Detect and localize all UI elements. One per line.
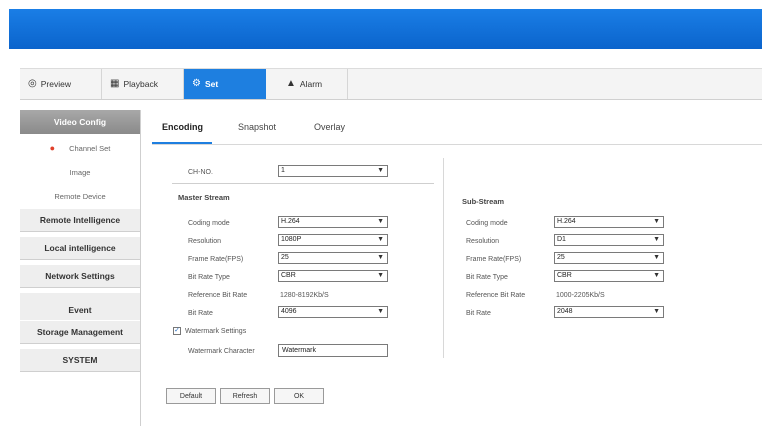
tab-preview[interactable]: ◎ Preview	[20, 69, 102, 99]
sub-frame-rate-select[interactable]: 25 ▼	[554, 252, 664, 264]
chevron-down-icon: ▼	[653, 236, 660, 243]
chevron-down-icon: ▼	[377, 272, 384, 279]
main-resolution-label: Resolution	[188, 238, 222, 245]
gear-icon: ⚙	[192, 78, 201, 89]
sub-bit-rate-type-select[interactable]: CBR ▼	[554, 270, 664, 282]
channel-select-value: 1	[281, 167, 285, 174]
sub-coding-mode-label: Coding mode	[466, 220, 508, 227]
sidebar-item-channel-set[interactable]: ● Channel Set	[20, 138, 140, 158]
main-reference-bit-rate-label: Reference Bit Rate	[188, 292, 248, 299]
tab-playback[interactable]: ▦ Playback	[102, 69, 184, 99]
chevron-down-icon: ▼	[377, 167, 384, 174]
tab-overlay[interactable]: Overlay	[314, 122, 345, 132]
main-bit-rate-label: Bit Rate	[188, 310, 213, 317]
sub-resolution-select[interactable]: D1 ▼	[554, 234, 664, 246]
sub-resolution-value: D1	[557, 236, 566, 243]
sidebar-item-channel-set-label: Channel Set	[69, 143, 111, 153]
tab-alarm[interactable]: ▲ Alarm	[266, 69, 348, 99]
default-button[interactable]: Default	[166, 388, 216, 404]
watermark-character-label: Watermark Character	[188, 348, 255, 355]
sub-bit-rate-type-value: CBR	[557, 272, 572, 279]
main-bit-rate-type-select[interactable]: CBR ▼	[278, 270, 388, 282]
bell-icon: ▲	[286, 78, 296, 89]
tab-encoding[interactable]: Encoding	[162, 122, 203, 132]
top-header-bar	[9, 9, 762, 49]
sub-resolution-label: Resolution	[466, 238, 500, 245]
main-resolution-select[interactable]: 1080P ▼	[278, 234, 388, 246]
column-divider	[443, 158, 444, 358]
channel-label: CH-NO.	[188, 169, 213, 176]
watermark-checkbox[interactable]: ✓	[173, 327, 181, 335]
tab-alarm-label: Alarm	[299, 79, 323, 89]
divider	[172, 183, 434, 184]
chevron-down-icon: ▼	[377, 308, 384, 315]
main-resolution-value: 1080P	[281, 236, 302, 243]
camera-icon: ◎	[28, 78, 37, 89]
refresh-button[interactable]: Refresh	[220, 388, 270, 404]
sidebar-item-storage-management[interactable]: Storage Management	[20, 320, 140, 344]
main-coding-mode-select[interactable]: H.264 ▼	[278, 216, 388, 228]
tab-preview-label: Preview	[40, 79, 71, 89]
main-nav-bar: ◎ Preview ▦ Playback ⚙ Set ▲ Alarm	[20, 68, 762, 100]
watermark-character-input[interactable]: Watermark	[278, 344, 388, 357]
main-bit-rate-type-value: CBR	[281, 272, 296, 279]
main-frame-rate-value: 25	[281, 254, 289, 261]
chevron-down-icon: ▼	[653, 218, 660, 225]
sub-frame-rate-label: Frame Rate(FPS)	[466, 256, 522, 263]
settings-sidebar: Video Config ● Channel Set Image Remote …	[20, 110, 141, 426]
sub-reference-bit-rate-label: Reference Bit Rate	[466, 292, 526, 299]
main-coding-mode-value: H.264	[281, 218, 300, 225]
bullet-icon: ●	[49, 143, 56, 153]
tab-playback-label: Playback	[123, 79, 158, 89]
sub-bit-rate-select[interactable]: 2048 ▼	[554, 306, 664, 318]
film-icon: ▦	[110, 78, 120, 89]
main-frame-rate-label: Frame Rate(FPS)	[188, 256, 244, 263]
chevron-down-icon: ▼	[653, 272, 660, 279]
sub-bit-rate-label: Bit Rate	[466, 310, 491, 317]
tab-set-label: Set	[204, 79, 219, 89]
ok-button[interactable]: OK	[274, 388, 324, 404]
sub-bit-rate-value: 2048	[557, 308, 573, 315]
main-bit-rate-select[interactable]: 4096 ▼	[278, 306, 388, 318]
main-frame-rate-select[interactable]: 25 ▼	[278, 252, 388, 264]
sidebar-item-system[interactable]: SYSTEM	[20, 348, 140, 372]
sidebar-item-network-settings[interactable]: Network Settings	[20, 264, 140, 288]
main-reference-bit-rate-value: 1280-8192Kb/S	[280, 292, 329, 299]
sub-frame-rate-value: 25	[557, 254, 565, 261]
tab-set[interactable]: ⚙ Set	[184, 69, 266, 99]
active-tab-indicator	[152, 142, 212, 144]
sub-stream-title: Sub-Stream	[462, 197, 505, 206]
chevron-down-icon: ▼	[377, 218, 384, 225]
main-coding-mode-label: Coding mode	[188, 220, 230, 227]
sidebar-item-image[interactable]: Image	[20, 162, 140, 182]
channel-select[interactable]: 1 ▼	[278, 165, 388, 177]
sidebar-item-remote-intelligence[interactable]: Remote Intelligence	[20, 208, 140, 232]
main-bit-rate-value: 4096	[281, 308, 297, 315]
sidebar-item-remote-device[interactable]: Remote Device	[20, 186, 140, 206]
sidebar-item-local-intelligence[interactable]: Local intelligence	[20, 236, 140, 260]
chevron-down-icon: ▼	[377, 236, 384, 243]
watermark-settings-label: Watermark Settings	[185, 328, 247, 335]
chevron-down-icon: ▼	[653, 308, 660, 315]
sidebar-item-video-config[interactable]: Video Config	[20, 110, 140, 134]
sub-coding-mode-value: H.264	[557, 218, 576, 225]
main-bit-rate-type-label: Bit Rate Type	[188, 274, 230, 281]
sub-coding-mode-select[interactable]: H.264 ▼	[554, 216, 664, 228]
sub-reference-bit-rate-value: 1000-2205Kb/S	[556, 292, 605, 299]
chevron-down-icon: ▼	[377, 254, 384, 261]
sub-bit-rate-type-label: Bit Rate Type	[466, 274, 508, 281]
config-subtabs: Encoding Snapshot Overlay	[152, 112, 762, 145]
master-stream-title: Master Stream	[178, 193, 230, 202]
chevron-down-icon: ▼	[653, 254, 660, 261]
tab-snapshot[interactable]: Snapshot	[238, 122, 276, 132]
